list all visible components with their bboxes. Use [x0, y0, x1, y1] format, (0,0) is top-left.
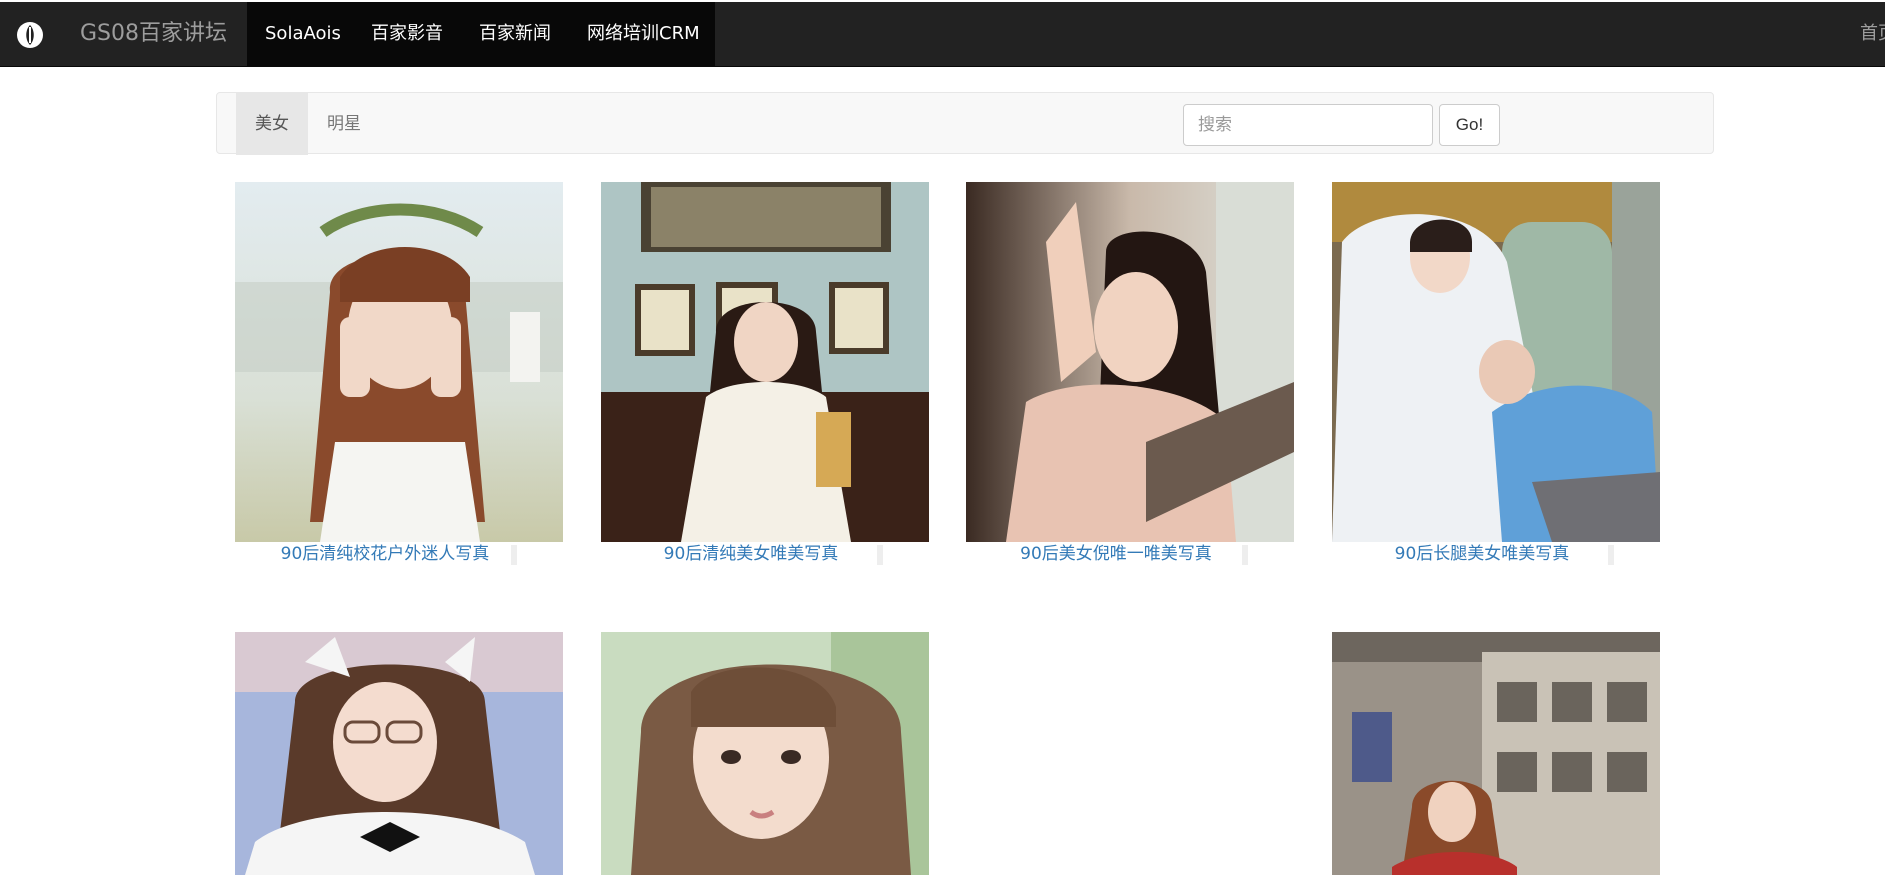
nav-home-link[interactable]: 首页 — [1860, 2, 1885, 66]
brand-title[interactable]: GS08百家讲坛 — [80, 2, 227, 66]
caption-divider — [1608, 545, 1614, 565]
photo-caption[interactable]: 90后长腿美女唯美写真 — [1332, 543, 1632, 565]
tab-celebrity[interactable]: 明星 — [308, 93, 380, 155]
photo-thumbnail[interactable] — [1332, 182, 1660, 542]
photo-thumbnail[interactable] — [1332, 632, 1660, 875]
nav-item-news[interactable]: 百家新闻 — [479, 2, 551, 66]
search-input[interactable] — [1183, 104, 1433, 146]
category-bar: 美女 明星 Go! — [216, 92, 1714, 155]
photo-thumbnail[interactable] — [235, 182, 563, 542]
photo-caption[interactable]: 90后清纯美女唯美写真 — [601, 543, 901, 565]
nav-item-media[interactable]: 百家影音 — [371, 2, 443, 66]
caption-divider — [877, 545, 883, 565]
nav-item-solaaois[interactable]: SolaAois — [265, 2, 341, 66]
photo-thumbnail[interactable] — [235, 632, 563, 875]
brand-logo-icon[interactable] — [17, 22, 43, 48]
tab-beauty[interactable]: 美女 — [236, 93, 308, 155]
top-navbar: GS08百家讲坛 SolaAois 百家影音 百家新闻 网络培训CRM 首页 — [0, 2, 1885, 67]
photo-caption[interactable]: 90后清纯校花户外迷人写真 — [235, 543, 535, 565]
photo-thumbnail[interactable] — [601, 632, 929, 875]
photo-thumbnail[interactable] — [601, 182, 929, 542]
photo-caption[interactable]: 90后美女倪唯一唯美写真 — [966, 543, 1266, 565]
caption-divider — [511, 545, 517, 565]
photo-thumbnail[interactable] — [966, 182, 1294, 542]
nav-item-crm[interactable]: 网络培训CRM — [587, 2, 700, 66]
main-nav: SolaAois 百家影音 百家新闻 网络培训CRM — [247, 2, 715, 66]
go-button[interactable]: Go! — [1439, 104, 1500, 146]
caption-divider — [1242, 545, 1248, 565]
